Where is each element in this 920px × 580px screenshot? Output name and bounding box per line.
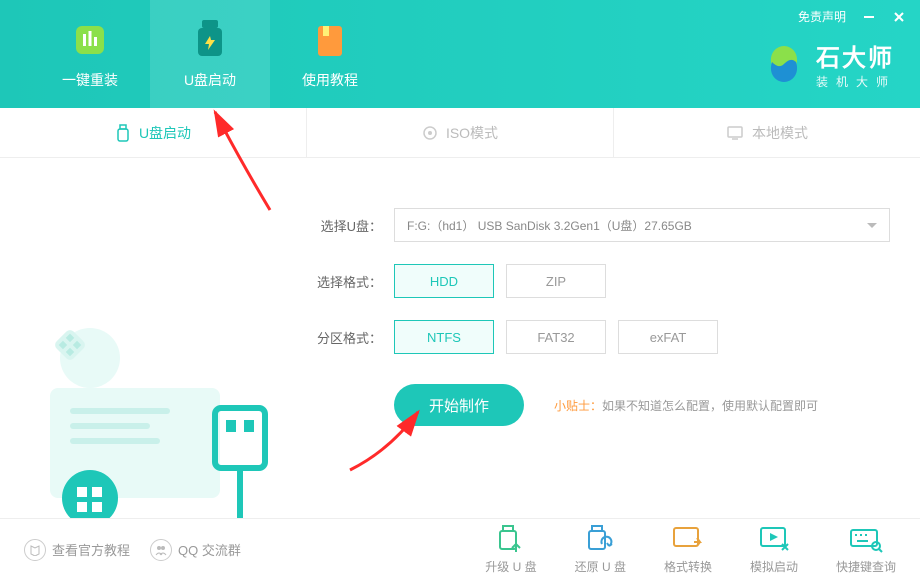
titlebar: 免责声明 <box>798 8 906 25</box>
restore-usb[interactable]: 还原 U 盘 <box>575 524 626 575</box>
brand: 石大师 装机大师 <box>762 38 896 90</box>
iso-icon <box>422 125 438 141</box>
main: 选择U盘： F:G:（hd1） USB SanDisk 3.2Gen1（U盘）2… <box>0 158 920 518</box>
brand-subtitle: 装机大师 <box>816 73 896 90</box>
monitor-icon <box>726 125 744 141</box>
mode-usb[interactable]: U盘启动 <box>0 108 307 157</box>
partition-label: 分区格式： <box>310 328 382 347</box>
brand-logo-icon <box>762 42 806 86</box>
start-button[interactable]: 开始制作 <box>394 384 524 426</box>
partition-ntfs[interactable]: NTFS <box>394 320 494 354</box>
usb-icon <box>115 124 131 142</box>
official-tutorial-link[interactable]: 查看官方教程 <box>24 539 130 561</box>
format-convert[interactable]: 格式转换 <box>664 524 712 575</box>
illustration <box>0 158 300 518</box>
nav-usb-boot[interactable]: U盘启动 <box>150 0 270 108</box>
nav-reinstall[interactable]: 一键重装 <box>30 0 150 108</box>
form: 选择U盘： F:G:（hd1） USB SanDisk 3.2Gen1（U盘）2… <box>300 158 920 518</box>
reinstall-icon <box>68 18 112 62</box>
format-hdd[interactable]: HDD <box>394 264 494 298</box>
format-zip[interactable]: ZIP <box>506 264 606 298</box>
simulate-boot[interactable]: 模拟启动 <box>750 524 798 575</box>
nav-label: 一键重装 <box>62 70 118 90</box>
disk-select[interactable]: F:G:（hd1） USB SanDisk 3.2Gen1（U盘）27.65GB <box>394 208 890 242</box>
mode-tabs: U盘启动 ISO模式 本地模式 <box>0 108 920 158</box>
keyboard-search-icon <box>848 524 884 554</box>
brand-title: 石大师 <box>816 38 896 73</box>
people-icon <box>150 539 172 561</box>
restore-icon <box>582 524 618 554</box>
hotkey-query[interactable]: 快捷键查询 <box>836 524 896 575</box>
close-button[interactable] <box>892 10 906 24</box>
partition-exfat[interactable]: exFAT <box>618 320 718 354</box>
disk-label: 选择U盘： <box>310 216 382 235</box>
footer: 查看官方教程 QQ 交流群 升级 U 盘 还原 U 盘 格式转换 模拟启动 快捷… <box>0 518 920 580</box>
mode-iso[interactable]: ISO模式 <box>307 108 614 157</box>
mode-local[interactable]: 本地模式 <box>614 108 920 157</box>
nav-label: U盘启动 <box>184 70 236 90</box>
tip: 小贴士：如果不知道怎么配置，使用默认配置即可 <box>554 397 818 414</box>
nav-label: 使用教程 <box>302 70 358 90</box>
disclaimer-link[interactable]: 免责声明 <box>798 8 846 25</box>
play-icon <box>756 524 792 554</box>
book-icon <box>24 539 46 561</box>
header: 免责声明 一键重装 U盘启动 使用教程 石大师 装机大师 <box>0 0 920 108</box>
nav: 一键重装 U盘启动 使用教程 <box>0 0 390 108</box>
upgrade-usb[interactable]: 升级 U 盘 <box>485 524 536 575</box>
tutorial-icon <box>308 18 352 62</box>
upgrade-icon <box>493 524 529 554</box>
qq-group-link[interactable]: QQ 交流群 <box>150 539 241 561</box>
minimize-button[interactable] <box>862 10 876 24</box>
partition-fat32[interactable]: FAT32 <box>506 320 606 354</box>
usb-boot-icon <box>188 18 232 62</box>
format-label: 选择格式： <box>310 272 382 291</box>
nav-tutorial[interactable]: 使用教程 <box>270 0 390 108</box>
convert-icon <box>670 524 706 554</box>
